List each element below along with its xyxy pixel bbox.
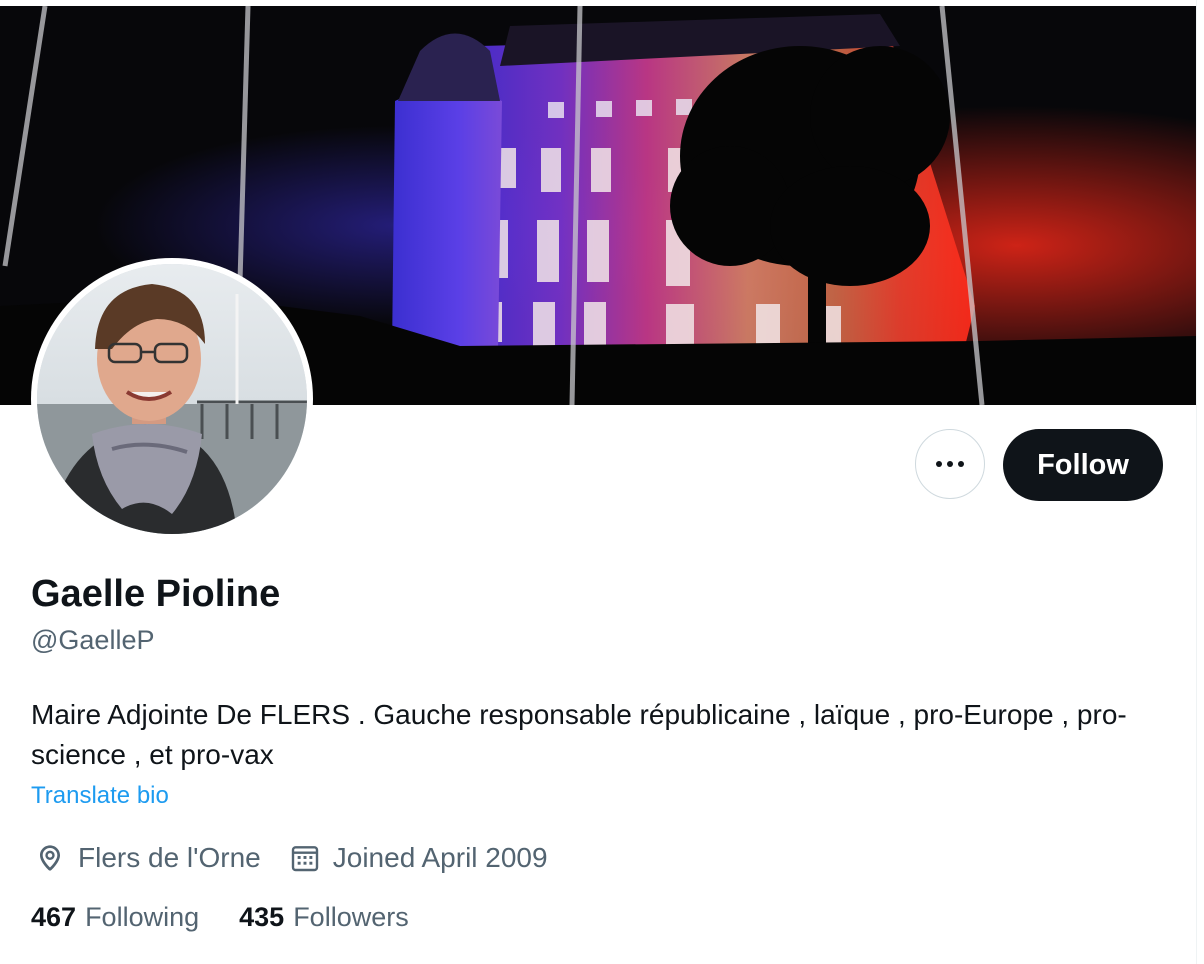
avatar-photo <box>37 264 307 534</box>
display-name: Gaelle Pioline <box>31 573 281 615</box>
user-handle: @GaelleP <box>31 625 155 655</box>
following-stat-link[interactable]: 467 Following <box>31 902 199 933</box>
joined-item: Joined April 2009 <box>289 842 548 874</box>
profile-avatar[interactable] <box>31 258 313 540</box>
followers-count: 435 <box>239 902 285 932</box>
more-horizontal-icon <box>936 461 964 467</box>
calendar-icon <box>291 846 318 872</box>
follow-button[interactable]: Follow <box>1003 429 1163 501</box>
following-count: 467 <box>31 902 77 932</box>
following-label: Following <box>85 902 200 932</box>
joined-text: Joined April 2009 <box>332 842 548 873</box>
translate-bio-link[interactable]: Translate bio <box>31 782 169 810</box>
location-item: Flers de l'Orne <box>34 842 261 874</box>
column-divider <box>1196 0 1197 964</box>
location-text: Flers de l'Orne <box>78 842 261 873</box>
profile-page: Follow Gaelle Pioline @GaelleP Maire Adj… <box>0 0 1204 964</box>
more-options-button[interactable] <box>915 429 985 499</box>
profile-meta: Flers de l'Orne Joined April 2009 <box>34 838 548 878</box>
profile-stats: 467 Following 435 Followers <box>31 902 409 933</box>
location-pin-icon <box>40 845 60 871</box>
followers-stat-link[interactable]: 435 Followers <box>239 902 409 933</box>
followers-label: Followers <box>293 902 409 932</box>
profile-bio: Maire Adjointe De FLERS . Gauche respons… <box>31 699 1127 770</box>
